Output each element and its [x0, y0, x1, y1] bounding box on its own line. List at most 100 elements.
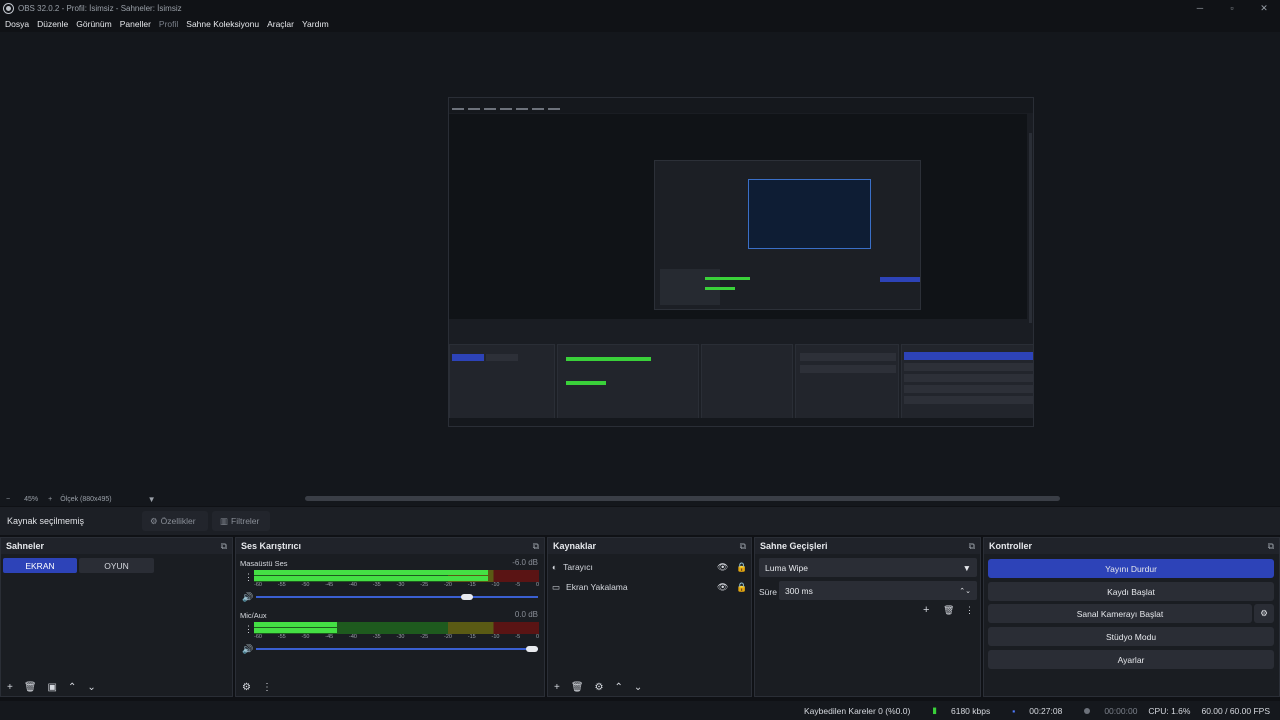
speaker-icon[interactable]: 🔊	[242, 592, 253, 603]
menu-profil[interactable]: Profil	[159, 19, 178, 29]
add-transition-icon[interactable]: +	[923, 604, 929, 616]
duration-spinbox[interactable]: 300 ms ⌃⌄	[779, 581, 977, 600]
scenes-undock-icon[interactable]: ⧉	[221, 541, 227, 552]
start-virtual-camera-button[interactable]: Sanal Kamerayı Başlat	[988, 604, 1252, 623]
scale-label[interactable]: Ölçek (880x495)	[60, 496, 111, 503]
menu-paneller[interactable]: Paneller	[120, 19, 151, 29]
scene-filters-icon[interactable]: ▣	[48, 682, 57, 693]
title-bar: OBS 32.0.2 - Profil: İsimsiz - Sahneler:…	[0, 0, 1280, 16]
preview-nested-meter-2	[705, 287, 735, 290]
visibility-eye-icon[interactable]: 👁	[717, 582, 728, 593]
preview-nested-control-stream	[904, 352, 1033, 360]
advanced-audio-icon[interactable]: ⚙	[242, 682, 251, 693]
start-recording-button[interactable]: Kaydı Başlat	[988, 582, 1274, 601]
stream-icon: ▪	[1012, 705, 1016, 716]
mixer-undock-icon[interactable]: ⧉	[533, 541, 539, 552]
speaker-icon[interactable]: 🔊	[242, 644, 253, 655]
scenes-title: Sahneler	[6, 541, 45, 551]
preview-nested-transitions	[795, 344, 899, 426]
move-down-icon[interactable]: ⌄	[634, 682, 642, 693]
lock-icon[interactable]: 🔒	[736, 582, 747, 593]
scene-oyun[interactable]: OYUN	[79, 558, 154, 573]
meter-tick-label: -60	[254, 582, 262, 588]
preview-nested-statusbar	[449, 418, 1033, 426]
mixer-channel-mic: Mic/Aux 0.0 dB	[240, 610, 542, 620]
meter-tick-label: -55	[277, 582, 286, 588]
remove-transition-icon[interactable]: 🗑	[943, 605, 954, 616]
properties-button[interactable]: ⚙ Özellikler	[142, 511, 208, 531]
channel-db: -6.0 dB	[512, 558, 538, 567]
volume-slider-knob[interactable]	[461, 594, 474, 600]
menu-yardim[interactable]: Yardım	[302, 19, 329, 29]
meter-level-right	[254, 628, 337, 633]
channel-name: Masaüstü Ses	[240, 559, 288, 568]
mixer-menu-icon[interactable]: ⋮	[262, 682, 272, 693]
meter-tick-label: -15	[467, 634, 476, 640]
meter-tick-label: -5	[515, 582, 521, 588]
record-time: 00:00:00	[1073, 706, 1137, 716]
filters-button[interactable]: ▥ Filtreler	[212, 511, 270, 531]
preview-nested-sources	[701, 344, 793, 426]
channel-menu-icon[interactable]: ⋮	[244, 624, 253, 635]
move-up-icon[interactable]: ⌃	[68, 682, 76, 693]
preview-canvas[interactable]	[448, 97, 1034, 427]
sources-undock-icon[interactable]: ⧉	[740, 541, 746, 552]
minimize-icon[interactable]: ─	[1184, 0, 1216, 16]
volume-slider[interactable]	[256, 594, 538, 600]
transition-menu-icon[interactable]: ⋮	[965, 605, 974, 616]
record-icon	[1084, 707, 1091, 714]
menu-duzenle[interactable]: Düzenle	[37, 19, 68, 29]
stream-time-value: 00:27:08	[1029, 705, 1063, 716]
zoom-out-icon[interactable]: −	[6, 496, 10, 503]
menu-araclar[interactable]: Araçlar	[267, 19, 294, 29]
visibility-eye-icon[interactable]: 👁	[717, 562, 728, 573]
scene-ekran[interactable]: EKRAN	[3, 558, 77, 573]
channel-menu-icon[interactable]: ⋮	[244, 572, 253, 583]
source-item[interactable]: ◐ Tarayıcı	[552, 558, 742, 576]
cpu-usage: CPU: 1.6%	[1148, 705, 1191, 716]
scale-dropdown-icon[interactable]: ▼	[148, 495, 156, 504]
spin-arrows-icon[interactable]: ⌃⌄	[959, 587, 971, 595]
duration-value: 300 ms	[785, 585, 813, 596]
meter-tick-label: -10	[491, 634, 500, 640]
meter-tick-label: -50	[301, 634, 310, 640]
zoom-in-icon[interactable]: +	[48, 496, 52, 503]
menu-sahne-koleksiyonu[interactable]: Sahne Koleksiyonu	[186, 19, 259, 29]
preview-horizontal-scrollbar[interactable]	[305, 496, 1060, 501]
volume-slider-knob[interactable]	[526, 646, 538, 652]
remove-source-icon[interactable]: 🗑	[571, 682, 584, 693]
meter-tick-label: -40	[349, 582, 357, 588]
zoom-percent[interactable]: 45%	[24, 496, 38, 503]
preview-nested-mixer-meter-2	[566, 381, 606, 385]
preview-nested-meter	[705, 277, 750, 280]
preview-nested-scene-active	[452, 354, 484, 361]
maximize-icon[interactable]: ▫	[1216, 0, 1248, 16]
menu-gorunum[interactable]: Görünüm	[76, 19, 111, 29]
preview-nested-window-inner	[748, 179, 871, 249]
move-down-icon[interactable]: ⌄	[87, 682, 95, 693]
preview-nested-control	[904, 385, 1033, 393]
controls-undock-icon[interactable]: ⧉	[1268, 541, 1274, 552]
stop-streaming-button[interactable]: Yayını Durdur	[988, 559, 1274, 578]
source-properties-icon[interactable]: ⚙	[595, 682, 604, 693]
close-icon[interactable]: ✕	[1248, 0, 1280, 16]
duration-label: Süre	[759, 587, 777, 597]
virtual-camera-settings-button[interactable]: ⚙	[1254, 604, 1274, 623]
remove-scene-icon[interactable]: 🗑	[24, 682, 37, 693]
transition-select[interactable]: Luma Wipe ▼	[759, 558, 977, 577]
preview-nested-scenes	[449, 344, 555, 426]
preview-nested-control	[904, 363, 1033, 371]
add-scene-icon[interactable]: +	[7, 682, 13, 693]
volume-slider[interactable]	[256, 646, 538, 652]
meter-ticks: -60 -55 -50 -45 -40 -35 -30 -25 -20 -15 -10 -5 0	[254, 634, 539, 642]
transitions-dock: Sahne Geçişleri ⧉ Luma Wipe ▼ Süre 300 ms…	[754, 537, 981, 697]
studio-mode-button[interactable]: Stüdyo Modu	[988, 627, 1274, 646]
lock-icon[interactable]: 🔒	[736, 562, 747, 573]
channel-name: Mic/Aux	[240, 611, 267, 620]
menu-dosya[interactable]: Dosya	[5, 19, 29, 29]
settings-button[interactable]: Ayarlar	[988, 650, 1274, 669]
move-up-icon[interactable]: ⌃	[615, 682, 623, 693]
add-source-icon[interactable]: +	[554, 682, 560, 693]
transitions-undock-icon[interactable]: ⧉	[969, 541, 975, 552]
source-item[interactable]: ▭ Ekran Yakalama	[552, 578, 742, 596]
